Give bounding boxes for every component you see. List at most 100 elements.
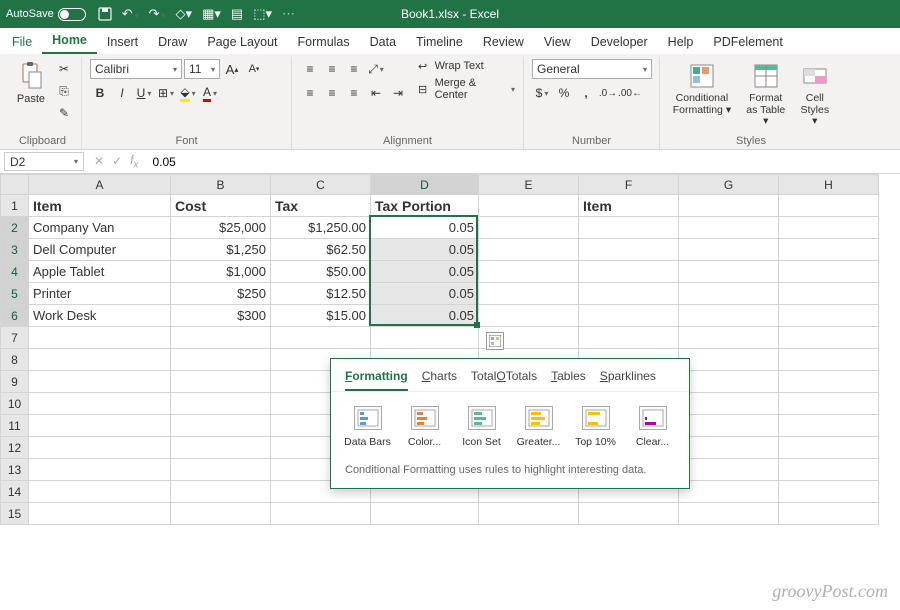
cell-C4[interactable]: $50.00: [271, 261, 371, 283]
name-box[interactable]: D2▾: [4, 152, 84, 171]
popup-tab-charts[interactable]: Charts: [422, 369, 457, 391]
cell-A6[interactable]: Work Desk: [29, 305, 171, 327]
cell-G1[interactable]: [679, 195, 779, 217]
row-header-5[interactable]: 5: [1, 283, 29, 305]
confirm-formula-icon[interactable]: ✓: [112, 154, 122, 168]
fx-icon[interactable]: fx: [130, 153, 138, 170]
cell-H5[interactable]: [779, 283, 879, 305]
cell-G5[interactable]: [679, 283, 779, 305]
cell-A14[interactable]: [29, 481, 171, 503]
cell-B12[interactable]: [171, 437, 271, 459]
cell-G8[interactable]: [679, 349, 779, 371]
cell-E1[interactable]: [479, 195, 579, 217]
cell-H7[interactable]: [779, 327, 879, 349]
format-painter-icon[interactable]: ✎: [54, 103, 74, 123]
menu-file[interactable]: File: [2, 31, 42, 54]
cell-B9[interactable]: [171, 371, 271, 393]
row-header-11[interactable]: 11: [1, 415, 29, 437]
cell-C1[interactable]: Tax: [271, 195, 371, 217]
menu-pdfelement[interactable]: PDFelement: [703, 31, 792, 54]
menu-home[interactable]: Home: [42, 29, 97, 54]
cell-A7[interactable]: [29, 327, 171, 349]
popup-tab-tables[interactable]: Tables: [551, 369, 586, 391]
cell-H1[interactable]: [779, 195, 879, 217]
menu-insert[interactable]: Insert: [97, 31, 148, 54]
row-header-1[interactable]: 1: [1, 195, 29, 217]
cell-A1[interactable]: Item: [29, 195, 171, 217]
select-all-corner[interactable]: [1, 175, 29, 195]
col-header-F[interactable]: F: [579, 175, 679, 195]
row-header-14[interactable]: 14: [1, 481, 29, 503]
cell-D3[interactable]: 0.05: [371, 239, 479, 261]
cell-B2[interactable]: $25,000: [171, 217, 271, 239]
cell-B3[interactable]: $1,250: [171, 239, 271, 261]
col-header-B[interactable]: B: [171, 175, 271, 195]
comma-button[interactable]: ,: [576, 83, 596, 103]
cell-B15[interactable]: [171, 503, 271, 525]
cell-B13[interactable]: [171, 459, 271, 481]
cell-B5[interactable]: $250: [171, 283, 271, 305]
align-right-icon[interactable]: ≡: [344, 83, 364, 103]
menu-data[interactable]: Data: [360, 31, 406, 54]
increase-font-icon[interactable]: A▴: [222, 59, 242, 79]
col-header-A[interactable]: A: [29, 175, 171, 195]
row-header-15[interactable]: 15: [1, 503, 29, 525]
percent-button[interactable]: %: [554, 83, 574, 103]
merge-center-button[interactable]: ⊟ Merge & Center▾: [418, 77, 515, 101]
popup-opt-data-bars[interactable]: Data Bars: [343, 406, 392, 448]
cell-H10[interactable]: [779, 393, 879, 415]
save-icon[interactable]: [98, 7, 112, 21]
cell-D15[interactable]: [371, 503, 479, 525]
cell-A13[interactable]: [29, 459, 171, 481]
cell-G6[interactable]: [679, 305, 779, 327]
align-bottom-icon[interactable]: ≡: [344, 59, 364, 79]
cell-E4[interactable]: [479, 261, 579, 283]
quick-analysis-icon[interactable]: [486, 332, 504, 350]
cell-C3[interactable]: $62.50: [271, 239, 371, 261]
row-header-9[interactable]: 9: [1, 371, 29, 393]
row-header-6[interactable]: 6: [1, 305, 29, 327]
cell-F7[interactable]: [579, 327, 679, 349]
cell-H13[interactable]: [779, 459, 879, 481]
dec-decimal-icon[interactable]: .00←: [620, 83, 640, 103]
fill-color-button[interactable]: ⬙▾: [178, 83, 198, 103]
orientation-icon[interactable]: ⤢▾: [366, 59, 386, 79]
popup-tab-totals[interactable]: TotalOTotals: [471, 369, 537, 391]
indent-inc-icon[interactable]: ⇥: [388, 83, 408, 103]
cell-H11[interactable]: [779, 415, 879, 437]
cell-D4[interactable]: 0.05: [371, 261, 479, 283]
cell-E15[interactable]: [479, 503, 579, 525]
cell-A2[interactable]: Company Van: [29, 217, 171, 239]
cell-A15[interactable]: [29, 503, 171, 525]
cell-H3[interactable]: [779, 239, 879, 261]
cell-D7[interactable]: [371, 327, 479, 349]
menu-review[interactable]: Review: [473, 31, 534, 54]
cell-H6[interactable]: [779, 305, 879, 327]
cell-E3[interactable]: [479, 239, 579, 261]
font-name-select[interactable]: Calibri▾: [90, 59, 182, 79]
cell-D1[interactable]: Tax Portion: [371, 195, 479, 217]
font-size-select[interactable]: 11▾: [184, 59, 220, 79]
menu-formulas[interactable]: Formulas: [288, 31, 360, 54]
redo-icon[interactable]: ↷▾: [149, 6, 166, 22]
format-as-table-button[interactable]: Format as Table ▾: [740, 59, 792, 133]
cell-F5[interactable]: [579, 283, 679, 305]
cell-G14[interactable]: [679, 481, 779, 503]
inc-decimal-icon[interactable]: .0→: [598, 83, 618, 103]
align-center-icon[interactable]: ≡: [322, 83, 342, 103]
cell-A3[interactable]: Dell Computer: [29, 239, 171, 261]
undo-icon[interactable]: ↶▾: [122, 6, 139, 22]
menu-draw[interactable]: Draw: [148, 31, 197, 54]
popup-tab-sparklines[interactable]: Sparklines: [600, 369, 656, 391]
menu-developer[interactable]: Developer: [581, 31, 658, 54]
cell-C6[interactable]: $15.00: [271, 305, 371, 327]
cell-A4[interactable]: Apple Tablet: [29, 261, 171, 283]
conditional-formatting-button[interactable]: Conditional Formatting ▾: [668, 59, 736, 133]
col-header-C[interactable]: C: [271, 175, 371, 195]
cut-icon[interactable]: ✂: [54, 59, 74, 79]
border-button[interactable]: ⊞▾: [156, 83, 176, 103]
cell-H8[interactable]: [779, 349, 879, 371]
qat-item-3[interactable]: ▤: [231, 6, 243, 22]
cell-B4[interactable]: $1,000: [171, 261, 271, 283]
align-middle-icon[interactable]: ≡: [322, 59, 342, 79]
